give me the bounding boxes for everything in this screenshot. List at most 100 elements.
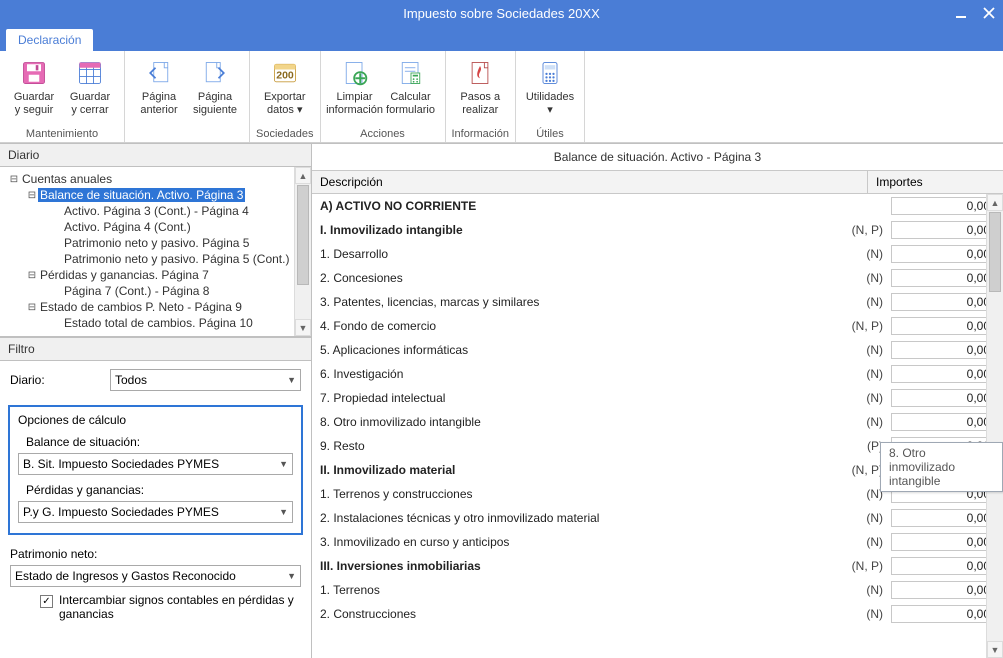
calculator-icon <box>534 57 566 89</box>
utilities-button[interactable]: Utilidades ▾ <box>522 55 578 117</box>
balance-value: B. Sit. Impuesto Sociedades PYMES <box>23 457 219 471</box>
pyg-select[interactable]: P.y G. Impuesto Sociedades PYMES ▼ <box>18 501 293 523</box>
amount-input[interactable] <box>891 221 995 239</box>
row-tag: (N) <box>843 295 891 309</box>
opciones-calculo-box: Opciones de cálculo Balance de situación… <box>8 405 303 535</box>
amount-input[interactable] <box>891 293 995 311</box>
amount-input[interactable] <box>891 365 995 383</box>
tree-item-label: Activo. Página 4 (Cont.) <box>62 220 193 234</box>
ribbon-group-title: Útiles <box>536 128 564 140</box>
tree-item[interactable]: ⊟Pérdidas y ganancias. Página 7 <box>4 267 307 283</box>
col-desc-header[interactable]: Descripción <box>312 171 868 193</box>
scroll-up-button[interactable]: ▲ <box>295 167 311 184</box>
row-tag: (N) <box>843 415 891 429</box>
scroll-down-button[interactable]: ▼ <box>987 641 1003 658</box>
tree-item[interactable]: Activo. Página 3 (Cont.) - Página 4 <box>4 203 307 219</box>
page-title: Balance de situación. Activo - Página 3 <box>312 143 1003 170</box>
clear-sheet-icon <box>339 57 371 89</box>
collapse-icon[interactable]: ⊟ <box>26 270 38 281</box>
pyg-value: P.y G. Impuesto Sociedades PYMES <box>23 505 219 519</box>
table-row: 4. Fondo de comercio(N, P) <box>312 314 1003 338</box>
amount-input[interactable] <box>891 317 995 335</box>
collapse-icon[interactable]: ⊟ <box>8 174 20 185</box>
table-row: 8. Otro inmovilizado intangible(N) <box>312 410 1003 434</box>
row-description: 3. Inmovilizado en curso y anticipos <box>320 535 843 549</box>
calculate-button[interactable]: Calcular formulario <box>383 55 439 117</box>
amount-input[interactable] <box>891 605 995 623</box>
scroll-down-button[interactable]: ▼ <box>295 319 311 336</box>
next-page-button[interactable]: Página siguiente <box>187 55 243 117</box>
tree-item[interactable]: Patrimonio neto y pasivo. Página 5 <box>4 235 307 251</box>
collapse-icon[interactable]: ⊟ <box>26 302 38 313</box>
tree-item-label: Cuentas anuales <box>20 172 114 186</box>
tree-scrollbar[interactable]: ▲ ▼ <box>294 167 311 336</box>
amount-input[interactable] <box>891 389 995 407</box>
scroll-up-button[interactable]: ▲ <box>987 194 1003 211</box>
row-tag: (N) <box>843 583 891 597</box>
tree-item-label: Activo. Página 3 (Cont.) - Página 4 <box>62 204 251 218</box>
export-data-button[interactable]: 200Exportar datos ▾ <box>257 55 313 117</box>
filtro-diario-select[interactable]: Todos ▼ <box>110 369 301 391</box>
row-tag: (N) <box>843 511 891 525</box>
filtro-diario-value: Todos <box>115 373 147 387</box>
ribbon-button-label: Guardar y cerrar <box>70 91 110 117</box>
chevron-down-icon: ▼ <box>287 571 296 581</box>
collapse-icon[interactable]: ⊟ <box>26 190 38 201</box>
row-description: 8. Otro inmovilizado intangible <box>320 415 843 429</box>
table-row: 3. Inmovilizado en curso y anticipos(N) <box>312 530 1003 554</box>
row-description: 2. Construcciones <box>320 607 843 621</box>
amount-input[interactable] <box>891 245 995 263</box>
intercambiar-signos-checkbox[interactable]: ✓ <box>40 595 53 608</box>
tree-item-label: Estado total de cambios. Página 10 <box>62 316 255 330</box>
amount-input[interactable] <box>891 269 995 287</box>
prev-page-button[interactable]: Página anterior <box>131 55 187 117</box>
amount-input[interactable] <box>891 509 995 527</box>
row-tag: (N) <box>843 535 891 549</box>
amount-input[interactable] <box>891 533 995 551</box>
save-continue-button[interactable]: Guardar y seguir <box>6 55 62 117</box>
row-description: 7. Propiedad intelectual <box>320 391 843 405</box>
tooltip: 8. Otro inmovilizado intangible <box>880 442 1003 492</box>
tree-item[interactable]: ⊟Estado de cambios P. Neto - Página 9 <box>4 299 307 315</box>
ribbon-button-label: Exportar datos ▾ <box>264 91 306 117</box>
tree-item[interactable]: ⊟Balance de situación. Activo. Página 3 <box>4 187 307 203</box>
patrimonio-label: Patrimonio neto: <box>10 547 301 561</box>
ribbon-button-label: Limpiar información <box>326 91 383 117</box>
col-imp-header[interactable]: Importes <box>868 171 1003 193</box>
tree-item[interactable]: Activo. Página 4 (Cont.) <box>4 219 307 235</box>
ribbon-button-label: Página siguiente <box>193 91 237 117</box>
row-tag: (N) <box>843 607 891 621</box>
tree-item[interactable]: Estado total de cambios. Página 10 <box>4 315 307 331</box>
window-close-button[interactable] <box>975 0 1003 26</box>
scroll-thumb[interactable] <box>989 212 1001 292</box>
table-row: 3. Patentes, licencias, marcas y similar… <box>312 290 1003 314</box>
row-tag: (N) <box>843 343 891 357</box>
tree-item-label: Balance de situación. Activo. Página 3 <box>38 188 245 202</box>
amount-input[interactable] <box>891 557 995 575</box>
scroll-thumb[interactable] <box>297 185 309 285</box>
page-prev-icon <box>143 57 175 89</box>
tree-item[interactable]: ⊟Cuentas anuales <box>4 171 307 187</box>
amount-input[interactable] <box>891 197 995 215</box>
calc-sheet-icon <box>395 57 427 89</box>
amount-input[interactable] <box>891 341 995 359</box>
steps-button[interactable]: Pasos a realizar <box>452 55 508 117</box>
ribbon-button-label: Guardar y seguir <box>14 91 54 117</box>
patrimonio-select[interactable]: Estado de Ingresos y Gastos Reconocido ▼ <box>10 565 301 587</box>
tree-view[interactable]: ⊟Cuentas anuales⊟Balance de situación. A… <box>0 167 311 337</box>
grid-scrollbar[interactable]: ▲ ▼ <box>986 194 1003 658</box>
clear-info-button[interactable]: Limpiar información <box>327 55 383 117</box>
row-description: 1. Desarrollo <box>320 247 843 261</box>
tab-declaracion[interactable]: Declaración <box>6 29 93 51</box>
amount-input[interactable] <box>891 413 995 431</box>
row-description: A) ACTIVO NO CORRIENTE <box>320 199 843 213</box>
tree-item[interactable]: Página 7 (Cont.) - Página 8 <box>4 283 307 299</box>
amount-input[interactable] <box>891 581 995 599</box>
window-minimize-button[interactable] <box>947 0 975 26</box>
balance-select[interactable]: B. Sit. Impuesto Sociedades PYMES ▼ <box>18 453 293 475</box>
tree-item[interactable]: Patrimonio neto y pasivo. Página 5 (Cont… <box>4 251 307 267</box>
filtro-header: Filtro <box>0 337 311 361</box>
diario-header: Diario <box>0 143 311 167</box>
save-close-button[interactable]: Guardar y cerrar <box>62 55 118 117</box>
ribbon-group: Limpiar informaciónCalcular formularioAc… <box>321 51 446 142</box>
